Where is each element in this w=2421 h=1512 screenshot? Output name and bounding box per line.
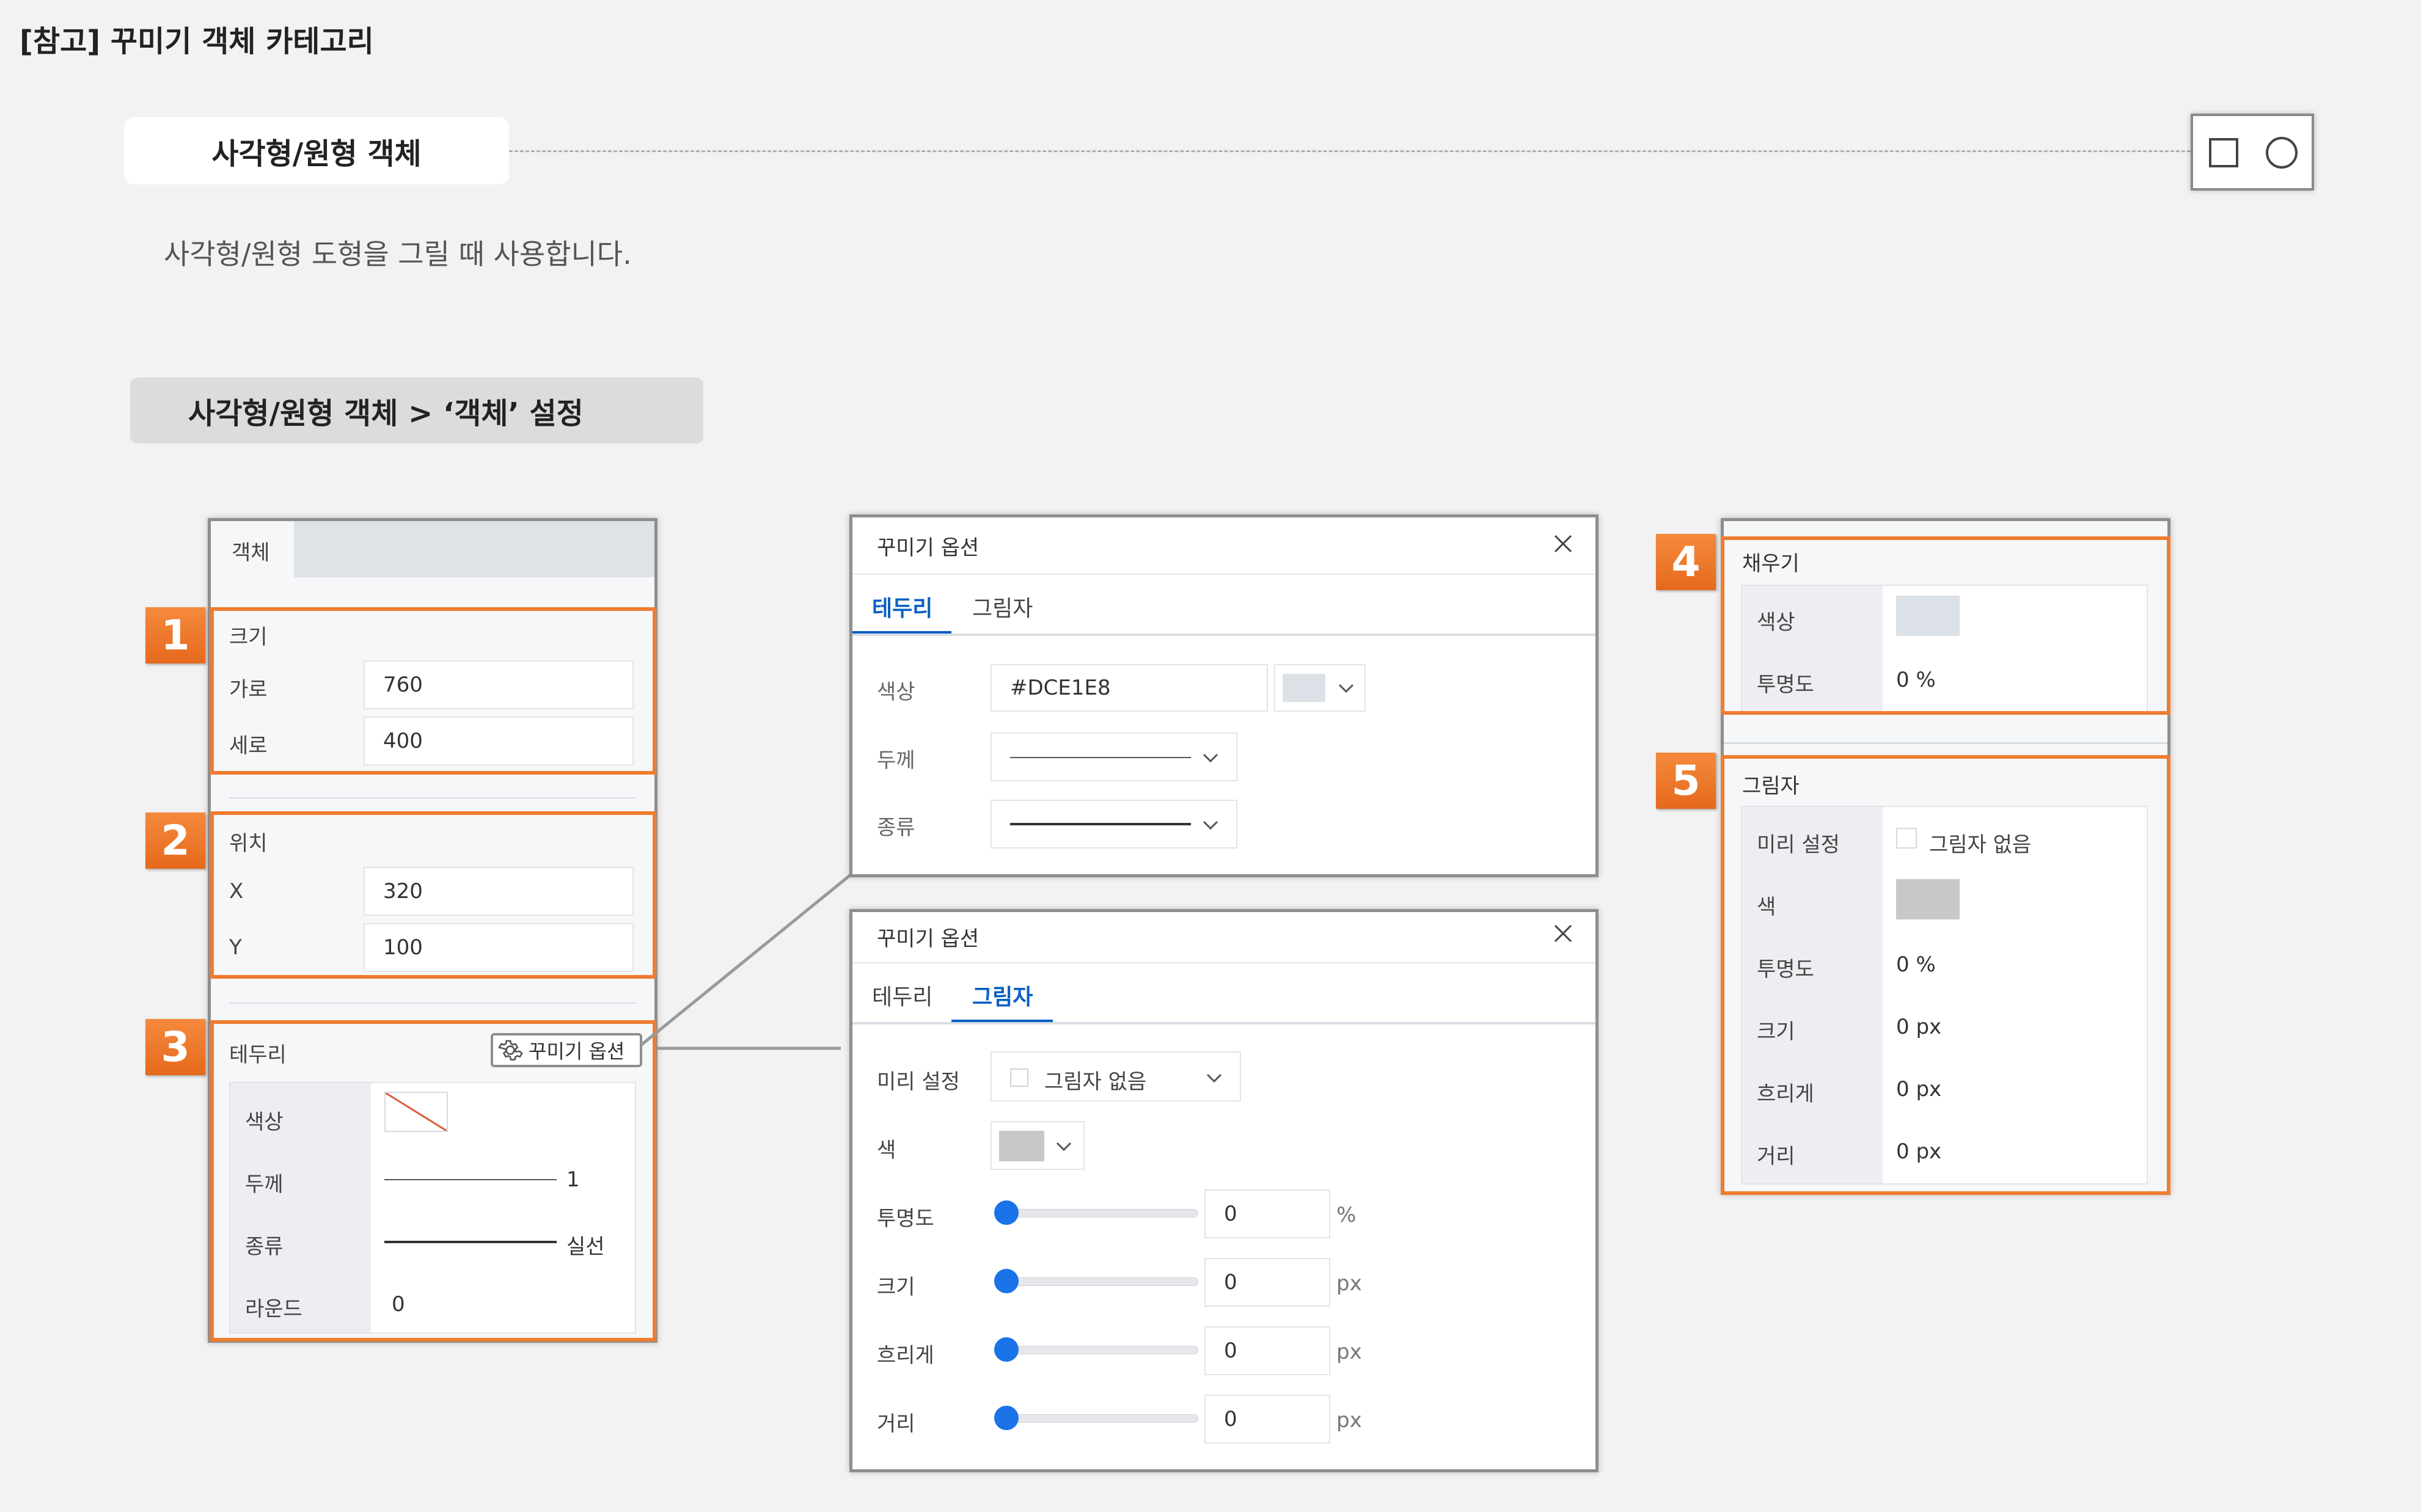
shadow-color-dropdown[interactable] — [991, 1121, 1085, 1170]
color-swatch — [1283, 674, 1325, 702]
decoration-options-dialog-border: 꾸미기 옵션 테두리 그림자 색상 #DCE1E8 두께 종류 — [849, 514, 1599, 877]
opacity-unit: % — [1336, 1203, 1357, 1227]
color-picker-dropdown[interactable] — [1274, 664, 1366, 712]
highlight-size — [210, 607, 656, 775]
preset-label: 미리 설정 — [877, 1070, 960, 1094]
opacity-slider-knob[interactable] — [994, 1200, 1019, 1225]
no-shadow-preview — [1010, 1068, 1028, 1087]
size-value: 0 — [1224, 1270, 1237, 1295]
opacity-value: 0 — [1224, 1202, 1237, 1226]
distance-slider-knob[interactable] — [994, 1406, 1019, 1430]
square-icon — [2209, 138, 2238, 167]
type-label: 종류 — [877, 816, 915, 840]
blur-unit: px — [1336, 1340, 1362, 1364]
highlight-shadow — [1721, 755, 2170, 1195]
preset-value: 그림자 없음 — [1044, 1070, 1147, 1094]
size-label: 크기 — [877, 1275, 915, 1299]
blur-value: 0 — [1224, 1339, 1237, 1363]
shadow-color-swatch — [999, 1131, 1044, 1161]
distance-value: 0 — [1224, 1407, 1237, 1431]
color-hex-value: #DCE1E8 — [1010, 676, 1111, 700]
opacity-label: 투명도 — [877, 1207, 934, 1231]
badge-5: 5 — [1656, 753, 1716, 809]
close-icon[interactable] — [1553, 533, 1573, 554]
highlight-fill — [1721, 536, 2170, 715]
dialog-title: 꾸미기 옵션 — [877, 536, 980, 560]
highlight-position — [210, 811, 656, 979]
blur-slider-knob[interactable] — [994, 1337, 1019, 1362]
distance-unit: px — [1336, 1408, 1362, 1433]
thickness-label: 두께 — [877, 748, 915, 773]
size-slider-track[interactable] — [997, 1277, 1198, 1286]
size-unit: px — [1336, 1271, 1362, 1296]
sub-section-tag: 사각형/원형 객체 > ‘객체’ 설정 — [130, 378, 703, 444]
blur-label: 흐리게 — [877, 1343, 934, 1368]
chevron-down-icon — [1203, 820, 1218, 830]
badge-3: 3 — [145, 1019, 205, 1075]
section-description: 사각형/원형 도형을 그릴 때 사용합니다. — [164, 238, 632, 271]
type-preview — [1010, 823, 1191, 825]
tab-object-label: 객체 — [232, 541, 270, 565]
shadow-color-label: 색 — [877, 1138, 896, 1163]
chevron-down-icon — [1203, 753, 1218, 763]
distance-input[interactable]: 0 — [1204, 1395, 1330, 1444]
decoration-options-dialog-shadow: 꾸미기 옵션 테두리 그림자 미리 설정 그림자 없음 색 투명도 0 % 크기… — [849, 909, 1599, 1472]
color-hex-input[interactable]: #DCE1E8 — [991, 664, 1268, 712]
tab-object[interactable]: 객체 — [211, 521, 294, 577]
tab-bar-line — [852, 634, 1595, 636]
highlight-border — [210, 1020, 656, 1342]
tab-shadow[interactable]: 그림자 — [972, 979, 1033, 1011]
chevron-down-icon — [1056, 1142, 1072, 1152]
preset-dropdown[interactable]: 그림자 없음 — [991, 1051, 1241, 1101]
dashed-divider — [509, 150, 2191, 152]
color-label: 색상 — [877, 680, 915, 704]
dialog-title: 꾸미기 옵션 — [877, 927, 980, 951]
shape-icons — [2209, 137, 2298, 169]
shape-icons-box — [2191, 114, 2314, 191]
size-slider-knob[interactable] — [994, 1269, 1019, 1293]
page-title: [참고] 꾸미기 객체 카테고리 — [20, 24, 374, 59]
opacity-slider-track[interactable] — [997, 1209, 1198, 1218]
badge-1: 1 — [145, 607, 205, 663]
thickness-preview — [1010, 757, 1191, 758]
tab-bar-line — [852, 1022, 1595, 1024]
connector-lines — [640, 874, 852, 1050]
thickness-dropdown[interactable] — [991, 732, 1237, 781]
close-icon[interactable] — [1553, 923, 1573, 944]
tab-shadow[interactable]: 그림자 — [972, 591, 1033, 623]
tab-border[interactable]: 테두리 — [872, 591, 932, 623]
tab-border[interactable]: 테두리 — [872, 979, 932, 1011]
separator — [229, 797, 636, 798]
blur-input[interactable]: 0 — [1204, 1326, 1330, 1375]
chevron-down-icon — [1206, 1073, 1222, 1083]
separator — [229, 1003, 636, 1004]
blur-slider-track[interactable] — [997, 1346, 1198, 1354]
type-dropdown[interactable] — [991, 800, 1237, 849]
divider — [852, 574, 1595, 575]
badge-4: 4 — [1656, 534, 1716, 590]
size-input[interactable]: 0 — [1204, 1258, 1330, 1307]
distance-slider-track[interactable] — [997, 1414, 1198, 1423]
distance-label: 거리 — [877, 1412, 915, 1436]
chevron-down-icon — [1338, 684, 1354, 693]
divider — [852, 962, 1595, 963]
separator — [1724, 742, 2167, 744]
badge-2: 2 — [145, 813, 205, 869]
section-tag: 사각형/원형 객체 — [124, 117, 509, 184]
opacity-input[interactable]: 0 — [1204, 1189, 1330, 1238]
circle-icon — [2266, 137, 2298, 169]
